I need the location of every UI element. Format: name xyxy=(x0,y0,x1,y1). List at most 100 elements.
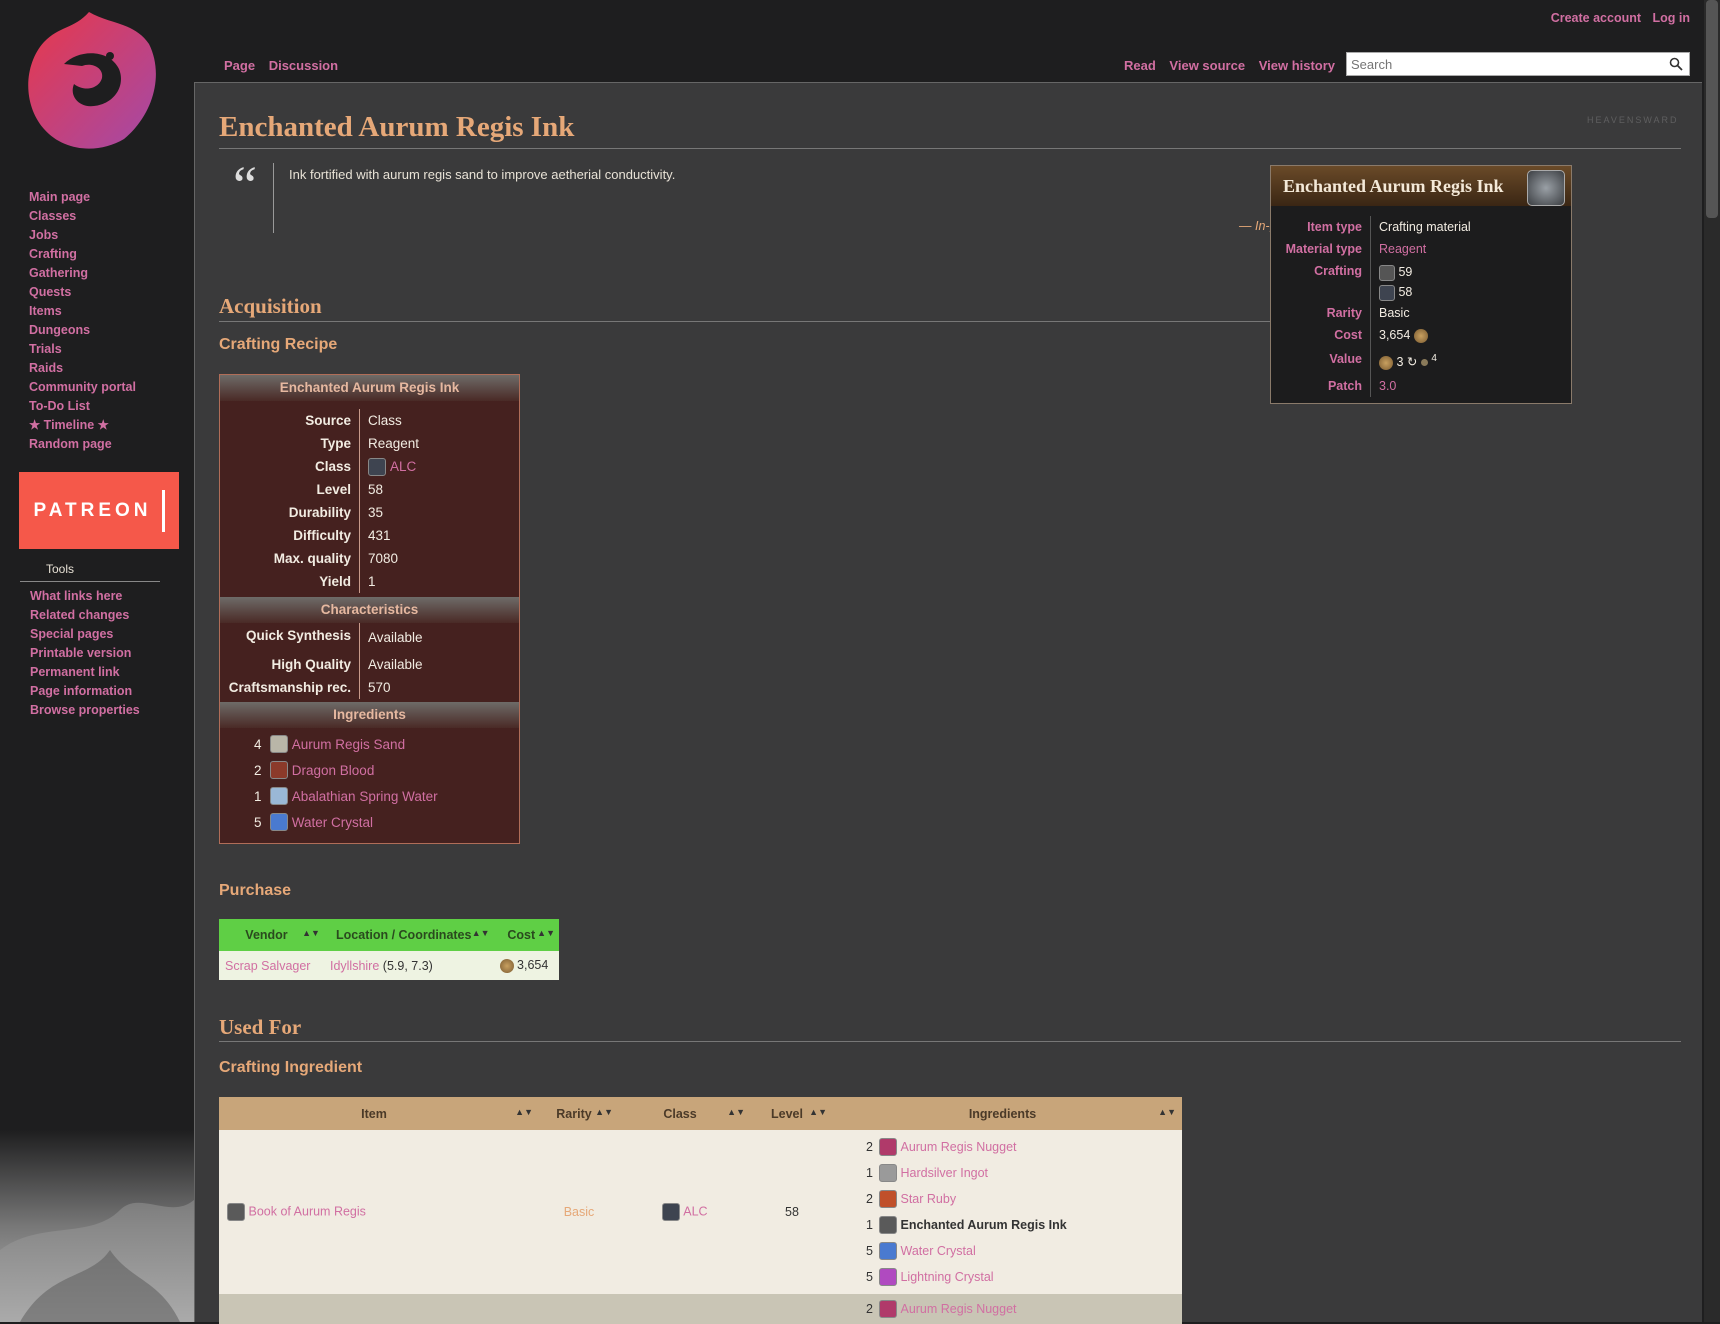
nav-todo-list[interactable]: To-Do List xyxy=(29,397,136,416)
dragon-blood-icon[interactable] xyxy=(270,761,288,779)
site-logo[interactable] xyxy=(14,4,164,154)
recipe-key: Class xyxy=(220,455,360,478)
nav-main-page[interactable]: Main page xyxy=(29,188,136,207)
sort-icon[interactable]: ▲▼ xyxy=(727,1107,745,1117)
ingredient-link[interactable]: Star Ruby xyxy=(900,1192,956,1206)
ingredient-link[interactable]: Hardsilver Ingot xyxy=(900,1166,988,1180)
material-type-link[interactable]: Reagent xyxy=(1379,242,1426,256)
ingredient-row: 2 Dragon Blood xyxy=(220,757,519,783)
tool-special-pages[interactable]: Special pages xyxy=(30,625,140,644)
sort-icon[interactable]: ▲▼ xyxy=(595,1107,613,1117)
search-icon[interactable] xyxy=(1669,57,1683,71)
tab-read[interactable]: Read xyxy=(1124,58,1156,73)
sort-icon[interactable]: ▲▼ xyxy=(1158,1107,1176,1117)
ingredient-link[interactable]: Lightning Crystal xyxy=(900,1270,993,1284)
nav-items[interactable]: Items xyxy=(29,302,136,321)
view-tabs: Read View source View history xyxy=(1124,58,1345,73)
infobox-key: Cost xyxy=(1271,324,1371,346)
nugget-icon[interactable] xyxy=(879,1138,897,1156)
class-link[interactable]: ALC xyxy=(683,1204,707,1218)
vendor-link[interactable]: Scrap Salvager xyxy=(225,959,310,973)
recipe-value: 1 xyxy=(368,574,376,589)
tool-related-changes[interactable]: Related changes xyxy=(30,606,140,625)
col-class-label: Class xyxy=(663,1106,697,1121)
sort-icon[interactable]: ▲▼ xyxy=(302,928,320,938)
nav-random-page[interactable]: Random page xyxy=(29,435,136,454)
nav-raids[interactable]: Raids xyxy=(29,359,136,378)
level-cell: 58 xyxy=(751,1130,833,1294)
tool-what-links-here[interactable]: What links here xyxy=(30,587,140,606)
patch-link[interactable]: 3.0 xyxy=(1379,379,1396,393)
col-rarity-label: Rarity xyxy=(556,1106,592,1121)
col-rarity[interactable]: Rarity ▲▼ xyxy=(539,1097,619,1130)
nav-dungeons[interactable]: Dungeons xyxy=(29,321,136,340)
ingredient-link[interactable]: Dragon Blood xyxy=(292,763,375,778)
ingredient-link[interactable]: Water Crystal xyxy=(900,1244,975,1258)
col-level[interactable]: Level ▲▼ xyxy=(751,1097,833,1130)
ingredient-link[interactable]: Water Crystal xyxy=(292,815,373,830)
search-input[interactable] xyxy=(1347,53,1657,75)
water-crystal-icon[interactable] xyxy=(879,1242,897,1260)
sort-icon[interactable]: ▲▼ xyxy=(809,1107,827,1117)
sand-icon[interactable] xyxy=(270,735,288,753)
create-account-link[interactable]: Create account xyxy=(1551,11,1641,25)
sort-icon[interactable]: ▲▼ xyxy=(472,928,490,938)
class-alc-link[interactable]: ALC xyxy=(390,455,416,478)
tab-view-history[interactable]: View history xyxy=(1259,58,1335,73)
tab-discussion[interactable]: Discussion xyxy=(269,58,338,73)
book-icon[interactable] xyxy=(227,1203,245,1221)
nugget-icon[interactable] xyxy=(879,1300,897,1318)
sidebar: Main page Classes Jobs Crafting Gatherin… xyxy=(0,0,194,1322)
nav-classes[interactable]: Classes xyxy=(29,207,136,226)
location-link[interactable]: Idyllshire xyxy=(330,959,379,973)
ingredient-link[interactable]: Abalathian Spring Water xyxy=(292,789,438,804)
col-class[interactable]: Class ▲▼ xyxy=(619,1097,751,1130)
cost-cell: 3,654 xyxy=(493,951,559,980)
ingredient-link[interactable]: Aurum Regis Nugget xyxy=(900,1302,1016,1316)
col-cost[interactable]: Cost ▲▼ xyxy=(493,919,559,951)
scrollbar[interactable] xyxy=(1704,0,1720,1322)
col-item[interactable]: Item ▲▼ xyxy=(219,1097,539,1130)
item-link[interactable]: Book of Aurum Regis xyxy=(248,1204,365,1218)
col-location[interactable]: Location / Coordinates ▲▼ xyxy=(323,919,494,951)
tab-view-source[interactable]: View source xyxy=(1169,58,1245,73)
tool-printable-version[interactable]: Printable version xyxy=(30,644,140,663)
nav-gathering[interactable]: Gathering xyxy=(29,264,136,283)
alchemist-icon[interactable] xyxy=(1379,284,1395,301)
tool-permanent-link[interactable]: Permanent link xyxy=(30,663,140,682)
ink-icon[interactable] xyxy=(879,1216,897,1234)
nav-community-portal[interactable]: Community portal xyxy=(29,378,136,397)
crafting-job-icon[interactable] xyxy=(1379,264,1395,281)
nav-timeline[interactable]: ★ Timeline ★ xyxy=(29,416,136,435)
tool-browse-properties[interactable]: Browse properties xyxy=(30,701,140,720)
tab-page[interactable]: Page xyxy=(224,58,255,73)
log-in-link[interactable]: Log in xyxy=(1653,11,1691,25)
col-ingredients[interactable]: Ingredients ▲▼ xyxy=(833,1097,1182,1130)
ingredient-link[interactable]: Aurum Regis Nugget xyxy=(900,1140,1016,1154)
recipe-key: Craftsmanship rec. xyxy=(220,676,360,699)
patreon-banner[interactable]: PATREON xyxy=(19,472,179,549)
ingredient-current: Enchanted Aurum Regis Ink xyxy=(900,1218,1067,1232)
sort-icon[interactable]: ▲▼ xyxy=(537,928,555,938)
ingot-icon[interactable] xyxy=(879,1164,897,1182)
crafting-header-row: Item ▲▼ Rarity ▲▼ Class ▲▼ Level ▲▼ Ingredie… xyxy=(219,1097,1182,1130)
spring-water-icon[interactable] xyxy=(270,787,288,805)
sort-icon[interactable]: ▲▼ xyxy=(515,1107,533,1117)
tool-page-information[interactable]: Page information xyxy=(30,682,140,701)
infobox-row: Item type Crafting material xyxy=(1271,216,1571,238)
nav-crafting[interactable]: Crafting xyxy=(29,245,136,264)
ingredients-title: Ingredients xyxy=(220,702,519,728)
nav-quests[interactable]: Quests xyxy=(29,283,136,302)
ingredient-link[interactable]: Aurum Regis Sand xyxy=(292,737,405,752)
col-vendor[interactable]: Vendor ▲▼ xyxy=(219,919,324,951)
lightning-crystal-icon[interactable] xyxy=(879,1268,897,1286)
tools-heading: Tools xyxy=(46,562,75,576)
nav-jobs[interactable]: Jobs xyxy=(29,226,136,245)
ruby-icon[interactable] xyxy=(879,1190,897,1208)
scrollbar-thumb[interactable] xyxy=(1706,0,1718,218)
namespace-tabs: Page Discussion xyxy=(224,58,348,73)
water-crystal-icon[interactable] xyxy=(270,813,288,831)
nav-trials[interactable]: Trials xyxy=(29,340,136,359)
ingredients-cell: 2 Aurum Regis Nugget 1 Hardsilver Ingot … xyxy=(833,1130,1182,1294)
recipe-row: Source Class xyxy=(220,409,519,432)
